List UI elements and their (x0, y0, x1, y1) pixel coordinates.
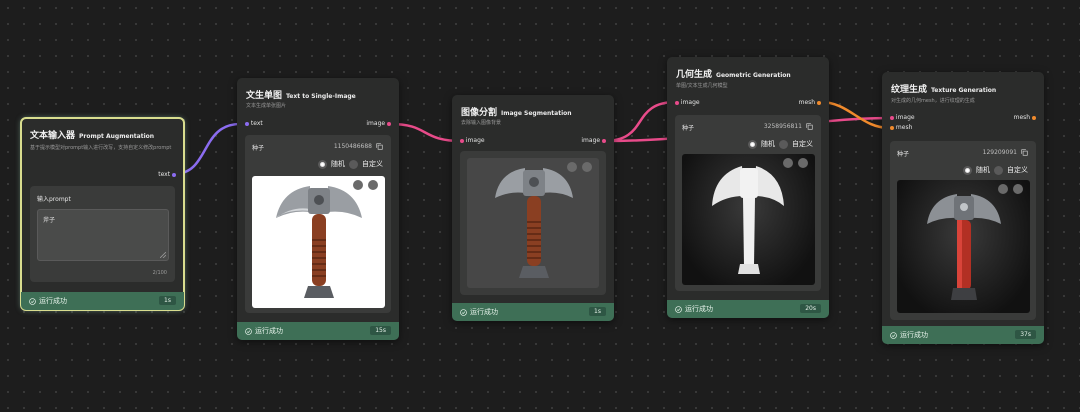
check-circle-icon (890, 331, 897, 339)
prompt-input-panel: 输入prompt 斧子 2/100 (30, 186, 175, 282)
radio-random[interactable] (748, 139, 757, 149)
status-footer: 运行成功 1s (452, 303, 614, 321)
status-text: 运行成功 (900, 331, 928, 339)
time-badge: 1s (159, 296, 176, 305)
status-text: 运行成功 (255, 327, 283, 335)
node-title: 文生单图 Text to Single-Image (246, 91, 356, 101)
status-footer: 运行成功 37s (882, 326, 1044, 344)
node-title: 纹理生成 Texture Generation (891, 85, 997, 95)
radio-custom-label: 自定义 (1007, 166, 1028, 174)
prompt-textarea[interactable]: 斧子 (37, 209, 169, 261)
status-footer: 运行成功 20s (667, 300, 829, 318)
status-footer: 运行成功 15s (237, 322, 399, 340)
status-text: 运行成功 (470, 308, 498, 316)
check-circle-icon (460, 308, 467, 316)
download-icon[interactable] (998, 184, 1008, 194)
prompt-value: 斧子 (43, 217, 56, 224)
seed-label: 种子 (682, 125, 695, 132)
seed-value: 1150486688 (333, 143, 372, 150)
texture-generation-node[interactable]: 纹理生成 Texture Generation 对生成的几何mesh，进行纹理的生… (882, 72, 1044, 344)
radio-random[interactable] (963, 165, 972, 175)
node-title: 图像分割 Image Segmentation (461, 108, 572, 118)
output-port-image[interactable]: image (581, 137, 606, 144)
mesh-preview (682, 154, 815, 285)
copy-icon[interactable] (376, 143, 383, 150)
status-text: 运行成功 (39, 297, 67, 305)
radio-custom[interactable] (994, 165, 1003, 175)
node-description: 对生成的几何mesh，进行纹理的生成 (891, 98, 975, 104)
output-port-text[interactable]: text (158, 171, 176, 178)
geometric-generation-node[interactable]: 几何生成 Geometric Generation 单图/文本生成几何模型 ima… (667, 57, 829, 318)
expand-icon[interactable] (368, 180, 378, 190)
seed-mode-radio[interactable]: 随机 自定义 (963, 165, 1028, 175)
seed-value: 3258956811 (763, 123, 802, 130)
download-icon[interactable] (783, 158, 793, 168)
radio-custom-label: 自定义 (792, 140, 813, 148)
char-counter: 2/100 (152, 270, 167, 276)
check-circle-icon (29, 297, 36, 305)
white-mesh-axe (712, 166, 784, 274)
image-panel (460, 151, 606, 295)
time-badge: 15s (370, 326, 391, 335)
seed-mode-radio[interactable]: 随机 自定义 (748, 139, 813, 149)
segmented-image (467, 158, 599, 288)
node-title: 文本输入器 Prompt Augmentation (30, 131, 155, 141)
node-title: 几何生成 Geometric Generation (676, 70, 791, 80)
input-port-image[interactable]: image (460, 137, 485, 144)
radio-custom[interactable] (349, 159, 358, 169)
edge-mesh (819, 100, 891, 130)
time-badge: 1s (589, 307, 606, 316)
prompt-augmentation-node[interactable]: 文本输入器 Prompt Augmentation 基于提示模型对prompt输入… (20, 117, 185, 311)
input-label: 输入prompt (37, 196, 71, 203)
edge-image-2 (603, 100, 677, 143)
seed-label: 种子 (252, 145, 265, 152)
time-badge: 37s (1015, 330, 1036, 339)
axe-image (495, 168, 573, 278)
generated-image (252, 176, 385, 308)
download-icon[interactable] (353, 180, 363, 190)
download-icon[interactable] (567, 162, 577, 172)
expand-icon[interactable] (582, 162, 592, 172)
axe-image (276, 186, 362, 298)
expand-icon[interactable] (1013, 184, 1023, 194)
time-badge: 20s (800, 304, 821, 313)
text-to-image-node[interactable]: 文生单图 Text to Single-Image 文本生成单张图片 text i… (237, 78, 399, 340)
seed-label: 种子 (897, 151, 910, 158)
seed-panel: 种子 1150486688 随机 自定义 (245, 135, 391, 313)
radio-random-label: 随机 (761, 140, 775, 148)
check-circle-icon (245, 327, 252, 335)
node-description: 去除输入图像背景 (461, 120, 502, 126)
input-port-text[interactable]: text (245, 120, 263, 127)
status-footer: 运行成功 1s (21, 292, 184, 310)
image-segmentation-node[interactable]: 图像分割 Image Segmentation 去除输入图像背景 image im… (452, 95, 614, 321)
status-text: 运行成功 (685, 305, 713, 313)
node-description: 文本生成单张图片 (246, 103, 287, 109)
radio-random-label: 随机 (976, 166, 990, 174)
expand-icon[interactable] (798, 158, 808, 168)
radio-random[interactable] (318, 159, 327, 169)
node-description: 单图/文本生成几何模型 (676, 83, 728, 89)
copy-icon[interactable] (806, 123, 813, 130)
output-port-mesh[interactable]: mesh (1014, 114, 1036, 121)
input-port-image[interactable]: image (675, 99, 700, 106)
radio-custom-label: 自定义 (362, 160, 383, 168)
textured-axe (927, 194, 1001, 300)
copy-icon[interactable] (1021, 149, 1028, 156)
output-port-image[interactable]: image (366, 120, 391, 127)
input-port-mesh[interactable]: mesh (890, 124, 912, 131)
input-port-image[interactable]: image (890, 114, 915, 121)
seed-panel: 种子 3258956811 随机 自定义 (675, 115, 821, 291)
radio-custom[interactable] (779, 139, 788, 149)
resize-handle-icon[interactable] (160, 252, 166, 258)
seed-value: 129209091 (982, 149, 1017, 156)
seed-panel: 种子 129209091 随机 自定义 (890, 141, 1036, 320)
check-circle-icon (675, 305, 682, 313)
output-port-mesh[interactable]: mesh (799, 99, 821, 106)
textured-preview (897, 180, 1030, 313)
radio-random-label: 随机 (331, 160, 345, 168)
node-description: 基于提示模型对prompt输入进行改写，支持自定义修改prompt (30, 145, 172, 151)
seed-mode-radio[interactable]: 随机 自定义 (318, 159, 383, 169)
